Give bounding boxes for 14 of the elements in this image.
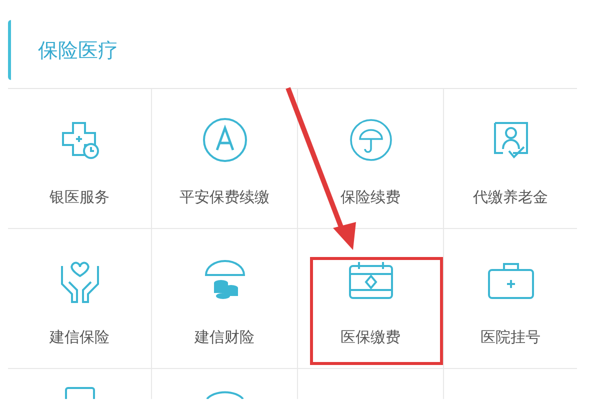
service-label[interactable]: 代缴养老金	[464, 187, 556, 207]
service-label[interactable]: 平安保费续缴	[178, 187, 270, 207]
medical-calendar-icon	[346, 260, 394, 300]
first-aid-kit-icon	[486, 260, 536, 300]
service-label[interactable]: 保险续费	[324, 187, 416, 207]
service-label[interactable]: 银医服务	[34, 187, 126, 207]
service-label[interactable]: 建信财险	[178, 327, 270, 347]
service-label[interactable]: 医保缴费	[324, 327, 416, 347]
letter-circle-icon	[202, 117, 248, 163]
service-label[interactable]: 医院挂号	[464, 327, 556, 347]
umbrella-circle-icon	[348, 118, 392, 162]
umbrella-coins-icon	[202, 258, 246, 302]
service-label[interactable]: 建信保险	[34, 327, 126, 347]
section-title: 保险医疗	[38, 36, 118, 64]
